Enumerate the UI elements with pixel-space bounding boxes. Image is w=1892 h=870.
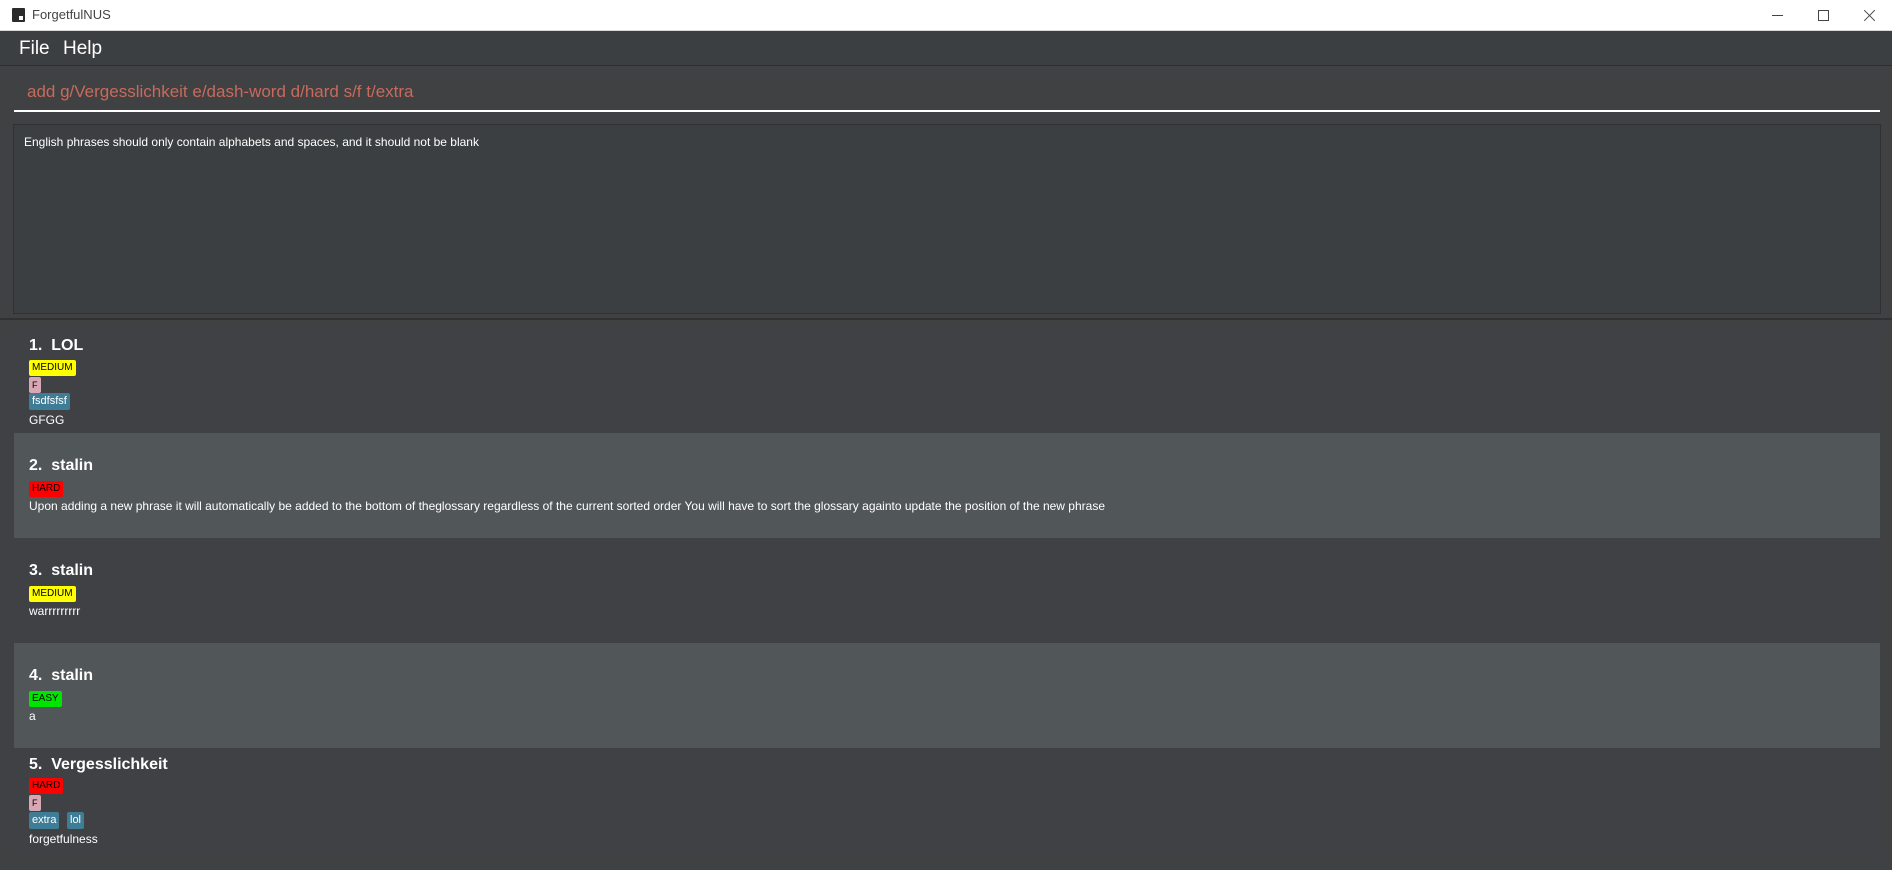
phrase-meaning: a	[29, 709, 36, 723]
app-icon	[12, 8, 25, 22]
difficulty-badge: MEDIUM	[29, 360, 76, 376]
phrase-text: stalin	[51, 457, 94, 474]
maximize-button[interactable]	[1800, 0, 1846, 30]
phrase-meaning: warrrrrrrrr	[29, 604, 81, 618]
phrase-card[interactable]: 4. stalin EASY a	[14, 643, 1880, 748]
phrase-meaning: forgetfulness	[29, 832, 98, 846]
phrase-index: 3.	[29, 562, 43, 579]
difficulty-badge: EASY	[29, 691, 62, 707]
language-badge: F	[29, 377, 41, 393]
phrase-title: 2. stalin	[29, 457, 93, 475]
command-box[interactable]: add g/Vergesslichkeit e/dash-word d/hard…	[14, 72, 1880, 112]
phrase-card[interactable]: 3. stalin MEDIUM warrrrrrrrr	[14, 538, 1880, 643]
difficulty-badge: HARD	[29, 778, 64, 794]
phrase-text: LOL	[51, 337, 84, 354]
tag-label: lol	[67, 812, 85, 829]
phrase-meaning: GFGG	[29, 413, 65, 427]
phrase-index: 2.	[29, 457, 43, 474]
minimize-icon	[1771, 14, 1783, 16]
result-message: English phrases should only contain alph…	[24, 135, 479, 149]
minimize-button[interactable]	[1754, 0, 1800, 30]
maximize-icon	[1817, 9, 1829, 21]
phrase-meaning: Upon adding a new phrase it will automat…	[29, 499, 1105, 513]
phrase-text: stalin	[51, 667, 94, 684]
close-button[interactable]	[1846, 0, 1892, 30]
phrase-title: 1. LOL	[29, 337, 83, 355]
phrase-index: 1.	[29, 337, 43, 354]
divider	[0, 318, 1892, 320]
title-bar: ForgetfulNUS	[0, 0, 1892, 31]
phrase-title: 3. stalin	[29, 562, 93, 580]
phrase-card[interactable]: 5. Vergesslichkeit HARD F extra lol forg…	[14, 748, 1880, 853]
language-badge: F	[29, 795, 41, 811]
phrase-index: 4.	[29, 667, 43, 684]
tag-label: fsdfsfsf	[29, 393, 70, 410]
menu-help[interactable]: Help	[63, 38, 102, 60]
tag-label: extra	[29, 812, 60, 829]
difficulty-badge: HARD	[29, 481, 64, 497]
phrase-title: 5. Vergesslichkeit	[29, 756, 168, 774]
phrase-text: stalin	[51, 562, 94, 579]
menu-bar: File Help	[0, 31, 1892, 66]
phrase-title: 4. stalin	[29, 667, 93, 685]
window-title: ForgetfulNUS	[32, 7, 111, 22]
app-window: ForgetfulNUS File Help add g/Vergesslich…	[0, 0, 1892, 870]
difficulty-badge: MEDIUM	[29, 586, 76, 602]
close-icon	[1863, 9, 1876, 22]
phrase-list[interactable]: 1. LOL MEDIUM F fsdfsfsf GFGG 2. stalin …	[14, 329, 1880, 853]
phrase-text: Vergesslichkeit	[51, 756, 168, 773]
phrase-index: 5.	[29, 756, 43, 773]
menu-file[interactable]: File	[19, 38, 50, 60]
phrase-card[interactable]: 1. LOL MEDIUM F fsdfsfsf GFGG	[14, 329, 1880, 433]
phrase-card[interactable]: 2. stalin HARD Upon adding a new phrase …	[14, 433, 1880, 538]
result-display: English phrases should only contain alph…	[13, 124, 1881, 314]
command-input[interactable]: add g/Vergesslichkeit e/dash-word d/hard…	[27, 82, 413, 102]
